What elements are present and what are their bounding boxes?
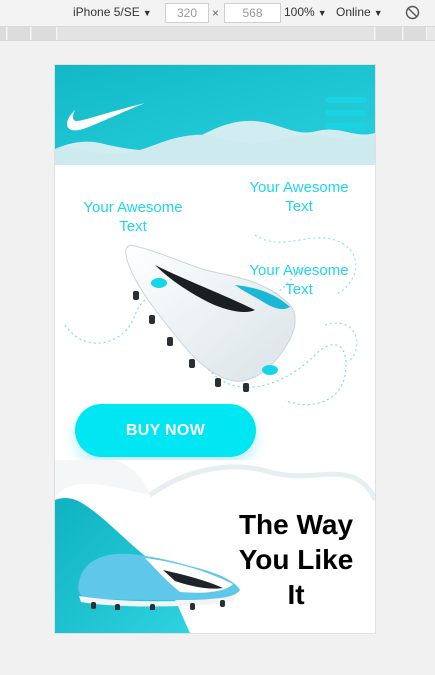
device-select[interactable]: iPhone 5/SE ▼	[73, 5, 152, 19]
zoom-select[interactable]: 100% ▼	[284, 5, 327, 19]
hamburger-menu-icon[interactable]	[325, 97, 367, 131]
awesome-text-2: Your Awesome Text	[249, 179, 349, 215]
dimension-separator: ×	[212, 6, 220, 20]
device-toolbar: iPhone 5/SE ▼ 320 × 568 100% ▼ Online ▼	[0, 0, 435, 27]
zoom-label: 100%	[284, 5, 315, 19]
rotate-icon[interactable]	[405, 5, 420, 20]
device-select-label: iPhone 5/SE	[73, 5, 140, 19]
height-input[interactable]: 568	[224, 3, 281, 23]
nike-swoosh-icon[interactable]	[65, 99, 147, 135]
soccer-cleat-image	[125, 244, 296, 392]
device-viewport: Your Awesome Text Your Awesome Text Your…	[55, 65, 375, 633]
chevron-down-icon: ▼	[142, 8, 152, 18]
network-select[interactable]: Online ▼	[336, 5, 383, 19]
tagline-heading: The Way You Like It	[238, 509, 354, 610]
chevron-down-icon: ▼	[373, 8, 383, 18]
media-query-ruler	[0, 27, 435, 41]
width-input[interactable]: 320	[165, 3, 209, 23]
buy-now-button[interactable]: BUY NOW	[75, 404, 256, 457]
network-label: Online	[336, 5, 371, 19]
chevron-down-icon: ▼	[317, 8, 327, 18]
awesome-text-1: Your Awesome Text	[83, 199, 183, 235]
blue-cleat-image	[78, 553, 240, 610]
